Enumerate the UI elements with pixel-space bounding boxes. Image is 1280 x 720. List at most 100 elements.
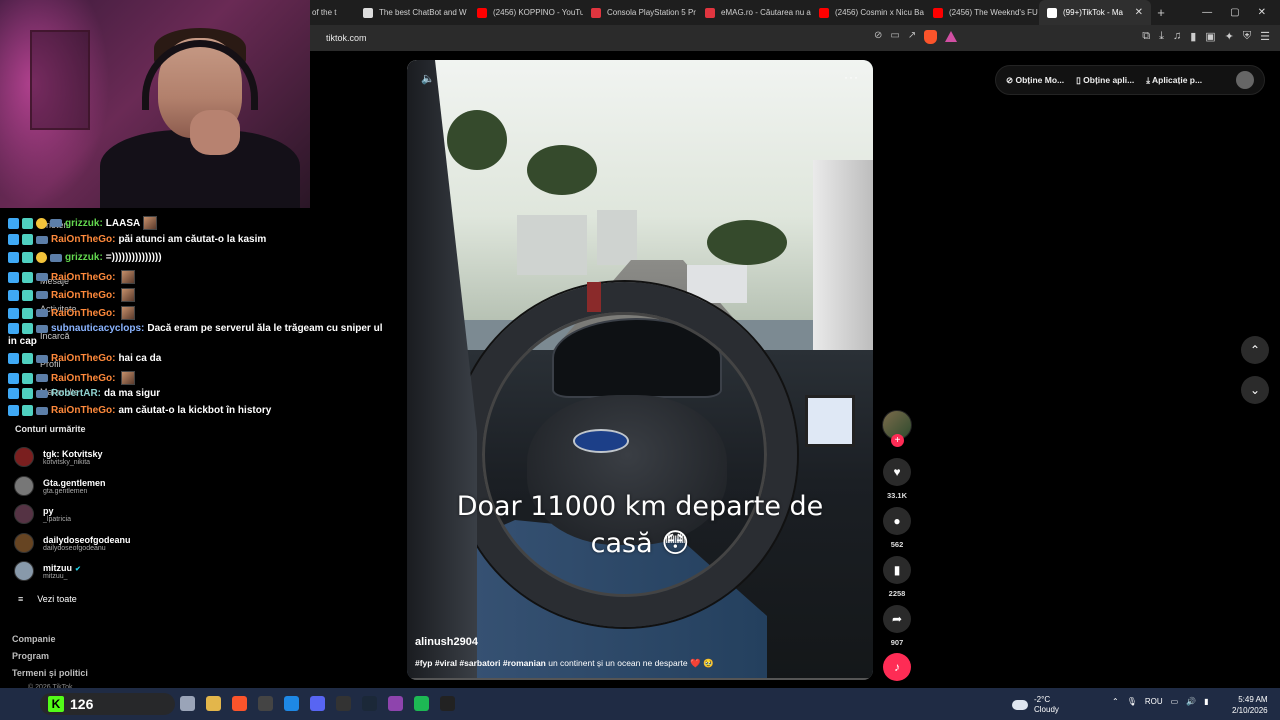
- taskbar-app-icon[interactable]: [362, 696, 377, 711]
- video-caption: Doar 11000 km departe de casă 😳: [456, 491, 824, 559]
- progress-bar[interactable]: [407, 678, 873, 680]
- profile-avatar[interactable]: [1236, 71, 1254, 89]
- next-video-button[interactable]: ⌄: [1241, 376, 1269, 404]
- mute-icon[interactable]: 🔈: [421, 72, 435, 85]
- language-indicator[interactable]: ROU: [1145, 697, 1163, 706]
- network-icon[interactable]: ▭: [1171, 697, 1179, 706]
- taskbar-app-icon[interactable]: [388, 696, 403, 711]
- chat-username[interactable]: RaiOnTheGo:: [51, 234, 115, 245]
- clock[interactable]: 5:49 AM 2/10/2026: [1232, 694, 1268, 716]
- chat-username[interactable]: RaiOnTheGo:: [51, 353, 115, 364]
- sidebar-icon[interactable]: ▮: [1190, 30, 1196, 43]
- previous-video-button[interactable]: ⌃: [1241, 336, 1269, 364]
- see-all-link[interactable]: ≡ Vezi toate: [18, 594, 77, 604]
- badge-icon: [8, 353, 19, 364]
- brave-rewards-icon[interactable]: [945, 31, 958, 42]
- volume-icon[interactable]: 🔊: [1186, 697, 1196, 706]
- reader-mode-icon[interactable]: ⊘: [874, 30, 882, 44]
- footer-program[interactable]: Program: [12, 651, 49, 661]
- taskbar-app-icon[interactable]: [336, 696, 351, 711]
- chat-emote: [121, 371, 136, 385]
- get-coins-button[interactable]: ⊘ Obține Mo...: [1006, 75, 1064, 86]
- close-tab-icon[interactable]: ✕: [1135, 7, 1143, 18]
- chat-message: subnauticacyclops: Dacă eram pe serverul …: [8, 323, 382, 334]
- url-text[interactable]: tiktok.com: [326, 33, 367, 43]
- comment-count: 562: [890, 540, 904, 549]
- browser-tab[interactable]: Consola PlayStation 5 Pr: [583, 0, 697, 25]
- music-icon[interactable]: ♫: [1173, 30, 1181, 43]
- chat-username[interactable]: RaiOnTheGo:: [51, 308, 115, 319]
- chat-message: grizzuk: LAASA: [8, 216, 158, 230]
- chat-username[interactable]: grizzuk:: [65, 218, 103, 229]
- video-hashtags[interactable]: #fyp #viral #sarbatori #romanian: [415, 658, 546, 668]
- chat-username[interactable]: subnauticacyclops:: [51, 323, 144, 334]
- chat-username[interactable]: RaiOnTheGo:: [51, 290, 115, 301]
- save-button[interactable]: ▮: [883, 556, 911, 584]
- like-button[interactable]: ♥: [883, 458, 911, 486]
- chat-username[interactable]: RaiOnTheGo:: [51, 272, 115, 283]
- follow-button[interactable]: +: [891, 434, 904, 447]
- share-button[interactable]: ➦: [883, 605, 911, 633]
- chat-username[interactable]: RaiOnTheGo:: [51, 405, 115, 416]
- taskbar-app-icon[interactable]: [258, 696, 273, 711]
- followed-account[interactable]: mitzuu ✔ mitzuu_: [14, 558, 81, 584]
- browser-tab[interactable]: of the t: [310, 0, 355, 25]
- cloud-icon: [1012, 700, 1028, 710]
- followed-account[interactable]: py _lpatricia: [14, 501, 71, 527]
- taskbar-app-icon[interactable]: [414, 696, 429, 711]
- followed-account[interactable]: Gta.gentlemen gta.gentlemen: [14, 473, 106, 499]
- taskbar-app-icon[interactable]: [232, 696, 247, 711]
- video-player[interactable]: 🔈 ··· Doar 11000 km departe de casă 😳 al…: [407, 60, 873, 680]
- sound-disc[interactable]: ♪: [883, 653, 911, 681]
- new-tab-button[interactable]: +: [1151, 5, 1171, 20]
- chat-emote: [121, 288, 136, 302]
- browser-tab[interactable]: (2456) Cosmin x Nicu Ba: [811, 0, 925, 25]
- weather-widget[interactable]: -2°C Cloudy: [1012, 695, 1059, 715]
- badge-icon: [8, 217, 19, 229]
- chat-username[interactable]: RaiOnTheGo:: [51, 373, 115, 384]
- like-count: 33.1K: [886, 491, 907, 500]
- browser-tab[interactable]: (2456) KOPPINO - YouTu: [469, 0, 583, 25]
- screen-icon[interactable]: ▭: [890, 30, 899, 44]
- mic-icon[interactable]: 🎙: [1127, 697, 1137, 706]
- share-icon[interactable]: ↗: [908, 30, 916, 44]
- footer-termeni[interactable]: Termeni și politici: [12, 668, 88, 678]
- tab-label: (2456) The Weeknd's FU: [949, 8, 1038, 17]
- video-author[interactable]: alinush2904: [415, 636, 478, 648]
- more-options-icon[interactable]: ···: [844, 70, 859, 84]
- battery-icon[interactable]: ▮: [1204, 697, 1208, 706]
- badge-icon: [50, 253, 62, 262]
- taskbar-app-icon[interactable]: [440, 696, 455, 711]
- kick-logo-icon: K: [48, 696, 64, 712]
- browser-tab[interactable]: eMAG.ro - Căutarea nu a: [697, 0, 811, 25]
- comment-button[interactable]: ●: [883, 507, 911, 535]
- taskbar-app-icon[interactable]: [206, 696, 221, 711]
- browser-tab[interactable]: (2456) The Weeknd's FU: [925, 0, 1039, 25]
- get-app-button[interactable]: ▯ Obține apli...: [1076, 75, 1134, 86]
- taskbar-app-icon[interactable]: [284, 696, 299, 711]
- vpn-icon[interactable]: ⛨: [1243, 30, 1251, 43]
- taskbar-app-icon[interactable]: [180, 696, 195, 711]
- browser-tab[interactable]: (99+)TikTok - Ma ✕: [1039, 0, 1151, 25]
- followed-account[interactable]: dailydoseofgodeanu dailydoseofgodeanu: [14, 530, 131, 556]
- chat-username[interactable]: RobertAR:: [51, 388, 101, 399]
- address-bar[interactable]: tiktok.com ⊘ ▭ ↗ ⧉ ⤓ ♫ ▮ ▣ ✦ ⛨ ☰: [310, 25, 1280, 51]
- taskbar-app-icon[interactable]: [310, 696, 325, 711]
- maximize-button[interactable]: ▢: [1230, 7, 1239, 18]
- pc-app-button[interactable]: ⤓ Aplicație p...: [1146, 75, 1202, 86]
- close-window-button[interactable]: ✕: [1258, 7, 1266, 18]
- footer-companie[interactable]: Companie: [12, 634, 56, 644]
- brave-shields-icon[interactable]: [924, 30, 938, 44]
- chat-emote: [121, 270, 136, 284]
- download-icon[interactable]: ⤓: [1159, 30, 1164, 43]
- extensions-icon[interactable]: ⧉: [1142, 30, 1150, 43]
- chat-text: =))))))))))))))): [105, 252, 162, 263]
- tray-expand-icon[interactable]: ⌃: [1112, 697, 1119, 706]
- wallet-icon[interactable]: ▣: [1205, 30, 1215, 43]
- followed-account[interactable]: tgk: Kotvitsky kotvitsky_nikita: [14, 444, 103, 470]
- minimize-button[interactable]: —: [1202, 7, 1212, 18]
- chat-username[interactable]: grizzuk:: [65, 252, 103, 263]
- browser-tab[interactable]: The best ChatBot and W: [355, 0, 469, 25]
- menu-icon[interactable]: ☰: [1260, 30, 1270, 43]
- leo-icon[interactable]: ✦: [1225, 30, 1234, 43]
